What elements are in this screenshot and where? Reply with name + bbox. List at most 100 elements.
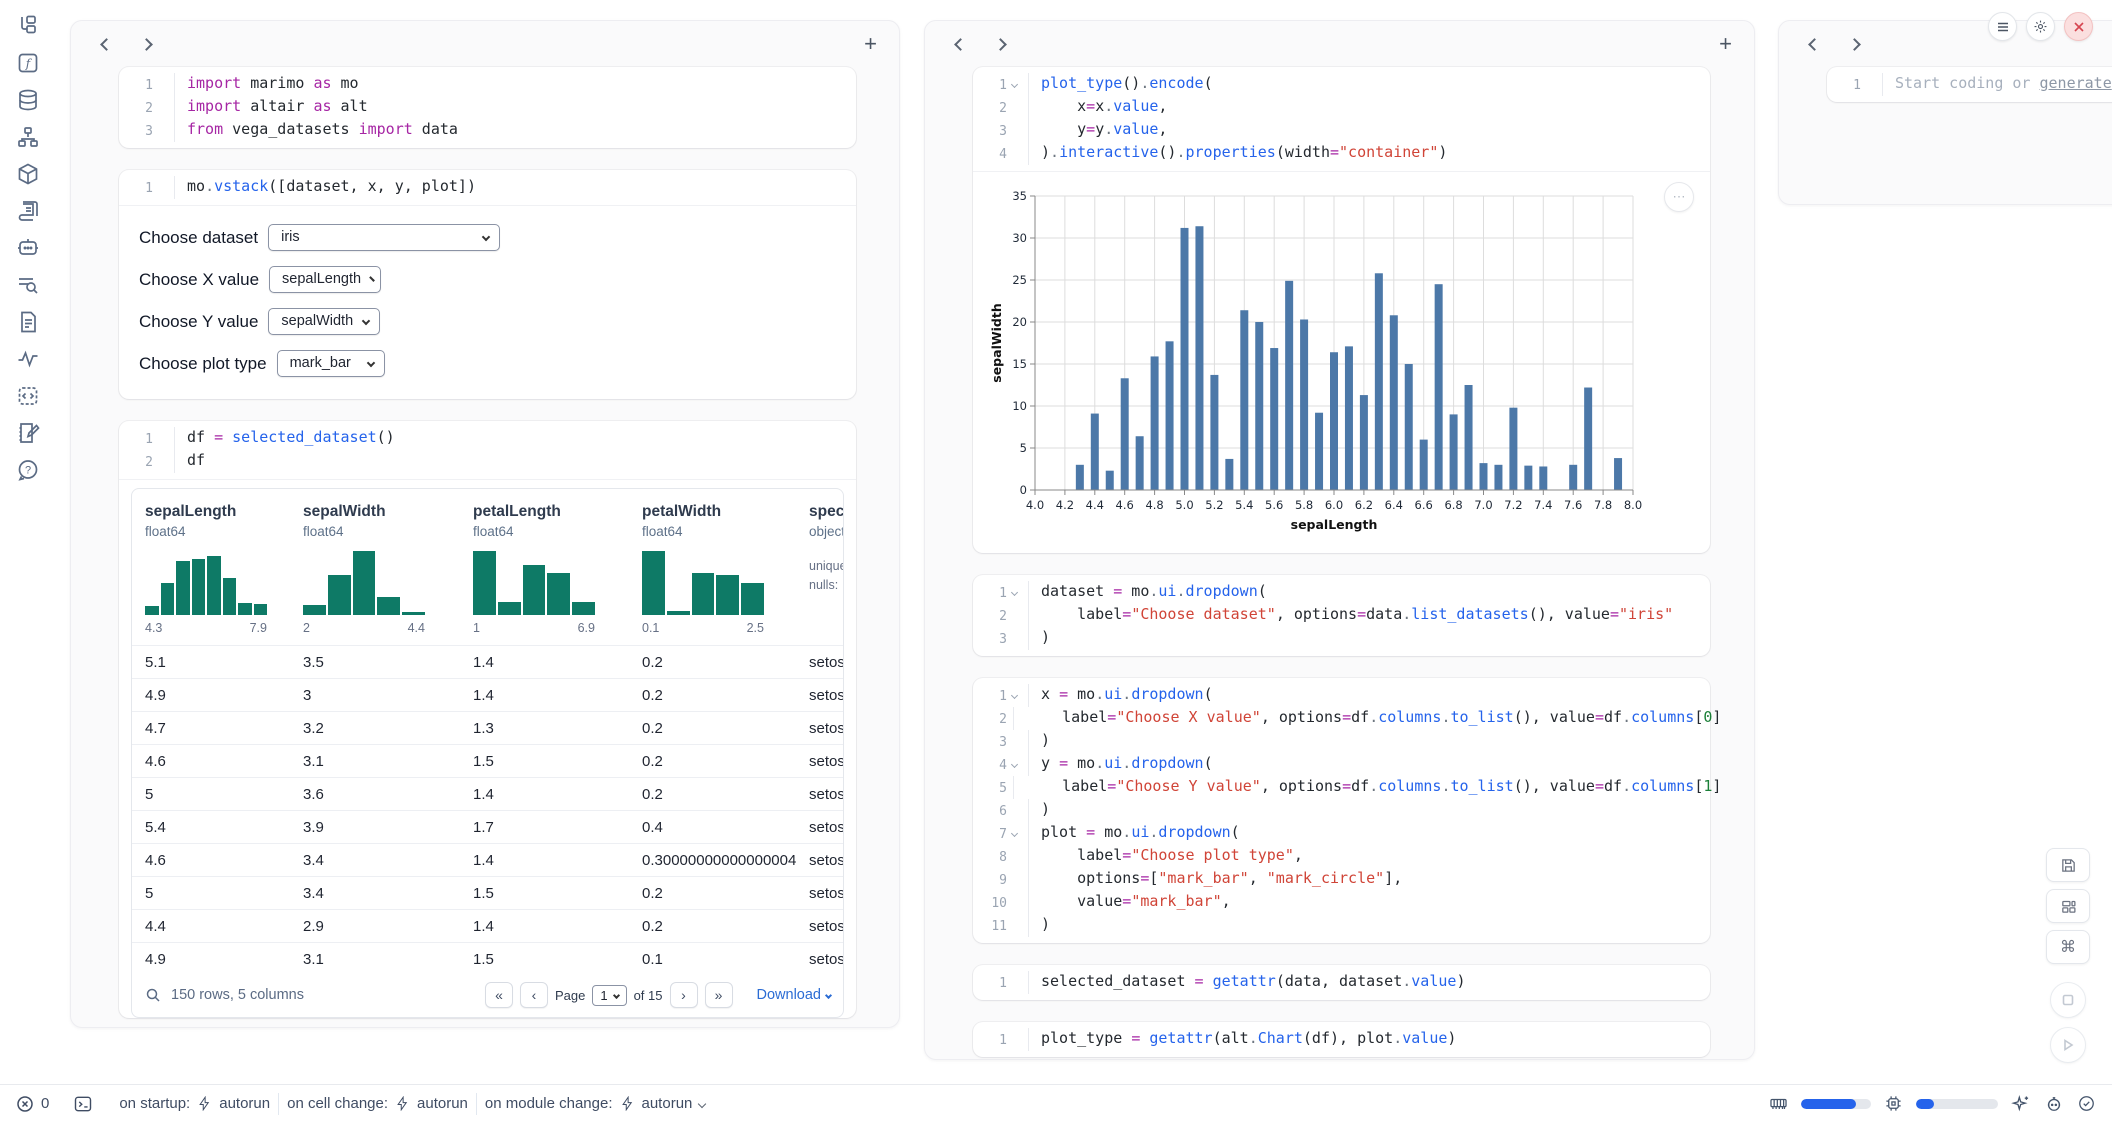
svg-text:25: 25 <box>1012 273 1027 287</box>
column-back-button[interactable] <box>1801 31 1827 57</box>
table-row[interactable]: 4.93.11.50.1setosa <box>132 942 843 975</box>
svg-text:6.0: 6.0 <box>1325 498 1343 512</box>
svg-text:6.8: 6.8 <box>1444 498 1462 512</box>
ai-sparkle-icon[interactable] <box>2011 1094 2031 1114</box>
table-row[interactable]: 4.63.41.40.30000000000000004setosa <box>132 843 843 876</box>
table-column-header[interactable]: petalWidthfloat640.12.5 <box>629 503 796 635</box>
xy-plot-dropdown-cell[interactable]: 1x = mo.ui.dropdown(2 label="Choose X va… <box>973 678 1710 943</box>
next-page-button[interactable]: › <box>670 982 698 1008</box>
stop-button[interactable] <box>2050 982 2086 1018</box>
table-row[interactable]: 4.63.11.50.2setosa <box>132 744 843 777</box>
table-footer: 150 rows, 5 columns « ‹ Page 1 of 15 › »… <box>132 975 843 1017</box>
logs-icon[interactable] <box>16 273 40 297</box>
keyboard-shortcuts-button[interactable]: ⌘ <box>2046 930 2090 964</box>
tracing-icon[interactable] <box>16 347 40 371</box>
layout-button[interactable] <box>2046 889 2090 923</box>
column-histogram <box>473 551 595 615</box>
errors-indicator[interactable]: 0 <box>16 1095 49 1113</box>
menu-button[interactable] <box>1988 12 2017 41</box>
prev-page-button[interactable]: ‹ <box>520 982 548 1008</box>
scratchpad-icon[interactable] <box>16 199 40 223</box>
table-row[interactable]: 4.931.40.2setosa <box>132 678 843 711</box>
dropdown-select[interactable]: sepalLength <box>269 266 381 293</box>
table-summary: 150 rows, 5 columns <box>171 987 304 1003</box>
empty-code-cell[interactable]: 1 Start coding or generate with <box>1827 67 2112 102</box>
svg-text:sepalWidth: sepalWidth <box>989 303 1004 382</box>
selected-dataset-cell[interactable]: 1selected_dataset = getattr(data, datase… <box>973 965 1710 1000</box>
column-back-button[interactable] <box>947 31 973 57</box>
plot-code-cell[interactable]: 1plot_type().encode(2 x=x.value,3 y=y.va… <box>973 67 1710 553</box>
database-icon[interactable] <box>16 88 40 112</box>
generate-with-ai-link[interactable]: generate <box>2040 74 2112 92</box>
chart-actions-button[interactable]: ⋯ <box>1664 182 1694 212</box>
status-bar: 0 on startup:autorun on cell change:autor… <box>0 1084 2112 1122</box>
imports-code-cell[interactable]: 1import marimo as mo2import altair as al… <box>119 67 856 148</box>
table-column-header[interactable]: sepalLengthfloat644.37.9 <box>132 503 290 635</box>
functions-icon[interactable]: f <box>16 51 40 75</box>
dropdown-select[interactable]: sepalWidth <box>268 308 380 335</box>
dropdown-select[interactable]: mark_bar <box>277 350 385 377</box>
copilot-icon[interactable] <box>2044 1094 2064 1114</box>
table-row[interactable]: 5.43.91.70.4setosa <box>132 810 843 843</box>
svg-text:?: ? <box>25 465 31 477</box>
column-forward-button[interactable] <box>133 31 159 57</box>
file-explorer-icon[interactable] <box>16 14 40 38</box>
terminal-button[interactable] <box>73 1094 93 1114</box>
packages-icon[interactable] <box>16 162 40 186</box>
table-row[interactable]: 53.41.50.2setosa <box>132 876 843 909</box>
snippets-icon[interactable] <box>16 384 40 408</box>
chart-output: 4.04.24.44.64.85.05.25.45.65.86.06.26.46… <box>973 171 1710 553</box>
dropdown-select[interactable]: iris <box>268 224 500 251</box>
settings-button[interactable] <box>2026 12 2055 41</box>
page-select[interactable]: 1 <box>592 985 626 1006</box>
add-cell-button[interactable]: + <box>864 33 877 55</box>
last-page-button[interactable]: » <box>705 982 733 1008</box>
add-cell-button[interactable]: + <box>1719 33 1732 55</box>
search-icon[interactable] <box>145 987 161 1003</box>
notebook-icon[interactable] <box>16 421 40 445</box>
table-row[interactable]: 4.73.21.30.2setosa <box>132 711 843 744</box>
table-column-header[interactable]: sepalWidthfloat6424.4 <box>290 503 460 635</box>
autorun-setting[interactable]: on module change:autorun <box>485 1095 705 1112</box>
dropdown-label: Choose Y value <box>139 312 258 332</box>
close-button[interactable] <box>2064 12 2093 41</box>
page-count-label: of 15 <box>634 988 663 1003</box>
controls-cell[interactable]: 1mo.vstack([dataset, x, y, plot]) Choose… <box>119 170 856 399</box>
code-placeholder[interactable]: Start coding or generate with <box>1882 73 2112 96</box>
dependency-graph-icon[interactable] <box>16 125 40 149</box>
table-row[interactable]: 4.42.91.40.2setosa <box>132 909 843 942</box>
first-page-button[interactable]: « <box>485 982 513 1008</box>
run-button[interactable] <box>2050 1027 2086 1063</box>
download-button[interactable]: Download <box>757 987 832 1003</box>
control-row: Choose X valuesepalLength <box>139 266 836 293</box>
column-back-button[interactable] <box>93 31 119 57</box>
save-button[interactable] <box>2046 848 2090 882</box>
svg-text:20: 20 <box>1012 315 1027 329</box>
autorun-setting[interactable]: on startup:autorun <box>119 1095 270 1112</box>
chat-icon[interactable] <box>16 236 40 260</box>
dropdown-label: Choose dataset <box>139 228 258 248</box>
help-icon[interactable]: ? <box>16 458 40 482</box>
table-column-header[interactable]: speciesobjectuniquenulls: <box>796 503 844 635</box>
lightning-icon <box>197 1096 212 1111</box>
autorun-setting[interactable]: on cell change:autorun <box>287 1095 468 1112</box>
bar-chart[interactable]: 4.04.24.44.64.85.05.25.45.65.86.06.26.46… <box>987 184 1710 541</box>
column-histogram <box>642 551 764 615</box>
svg-text:7.4: 7.4 <box>1534 498 1552 512</box>
documentation-icon[interactable] <box>16 310 40 334</box>
column-stats: uniquenulls: <box>809 557 844 595</box>
dataframe-cell[interactable]: 1df = selected_dataset()2df sepalLengthf… <box>119 421 856 1018</box>
column-forward-button[interactable] <box>987 31 1013 57</box>
dataset-dropdown-cell[interactable]: 1dataset = mo.ui.dropdown(2 label="Choos… <box>973 575 1710 656</box>
svg-text:35: 35 <box>1012 189 1027 203</box>
table-row[interactable]: 53.61.40.2setosa <box>132 777 843 810</box>
svg-text:5.4: 5.4 <box>1235 498 1253 512</box>
connection-status-icon[interactable] <box>2077 1094 2096 1113</box>
column-forward-button[interactable] <box>1841 31 1867 57</box>
plot-type-cell[interactable]: 1plot_type = getattr(alt.Chart(df), plot… <box>973 1022 1710 1057</box>
table-row[interactable]: 5.13.51.40.2setosa <box>132 645 843 678</box>
memory-icon <box>1769 1094 1788 1113</box>
lightning-icon <box>395 1096 410 1111</box>
controls-output: Choose dataset iris Choose X valuesepalLen… <box>119 205 856 399</box>
table-column-header[interactable]: petalLengthfloat6416.9 <box>460 503 629 635</box>
